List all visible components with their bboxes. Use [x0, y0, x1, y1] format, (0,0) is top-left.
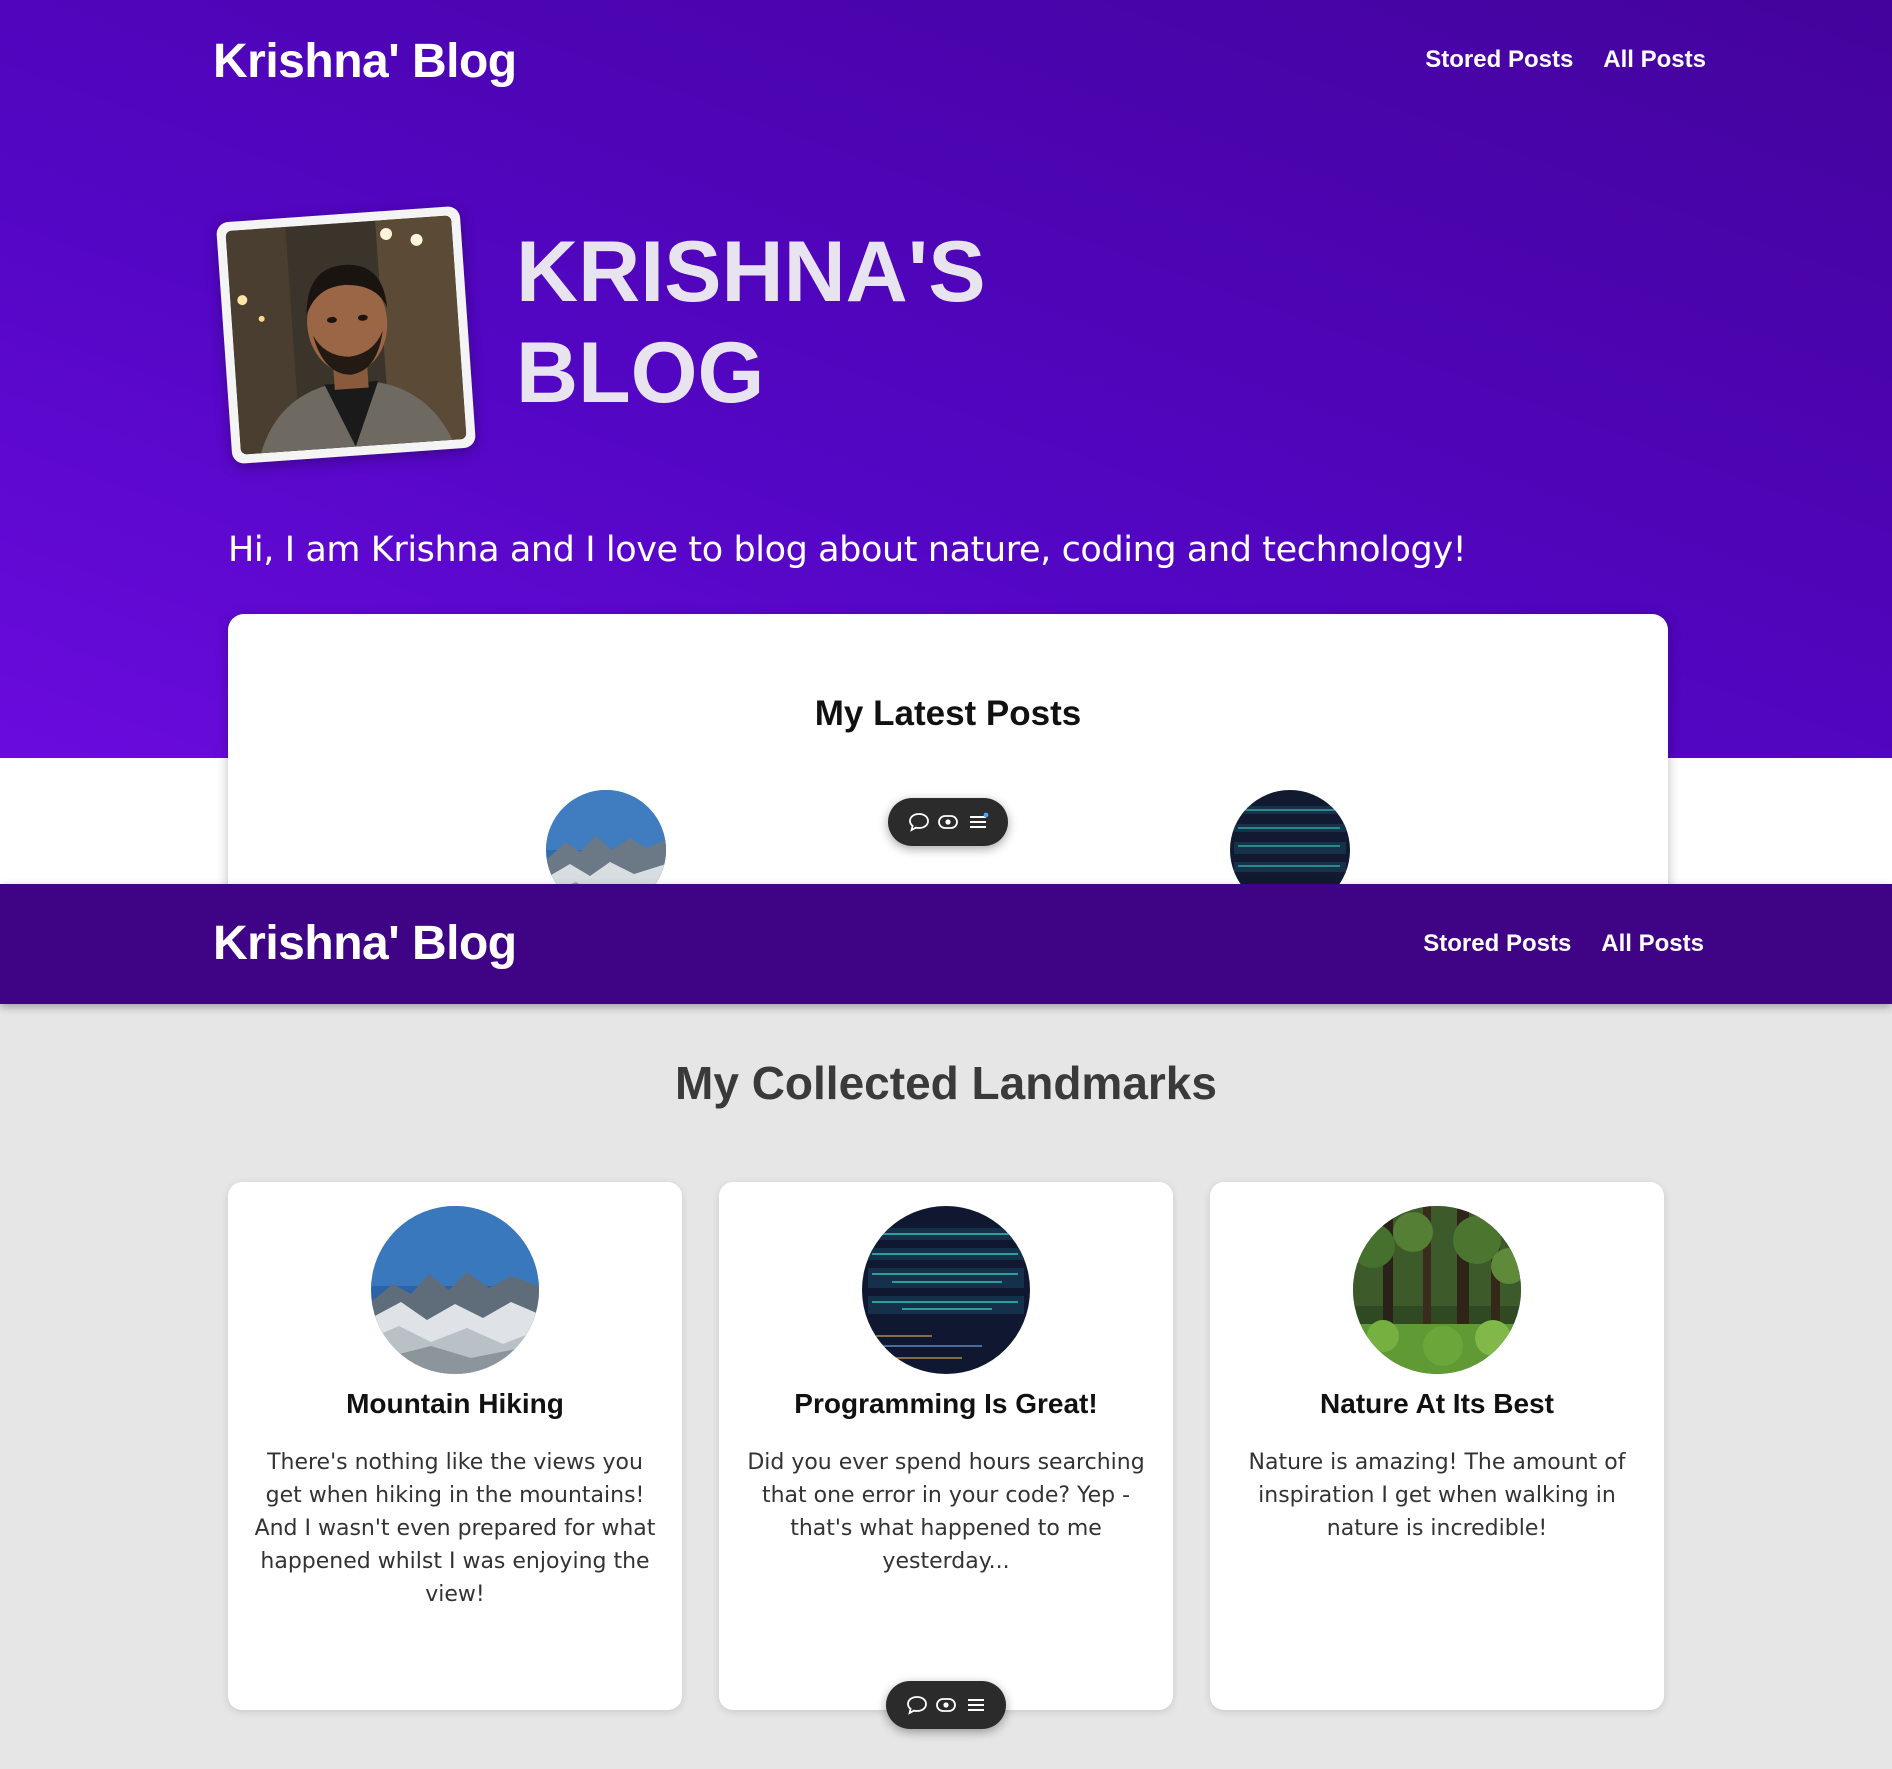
nav-stored-posts[interactable]: Stored Posts: [1423, 930, 1571, 958]
post-excerpt: There's nothing like the views you get w…: [254, 1450, 656, 1607]
brand-logo-link[interactable]: Krishna' Blog: [213, 916, 517, 971]
post-excerpt: Nature is amazing! The amount of inspira…: [1248, 1450, 1626, 1541]
hero-title-line2: BLOG: [516, 325, 765, 421]
latest-posts-heading: My Latest Posts: [814, 694, 1082, 733]
stored-navbar: Krishna' Blog Stored Posts All Posts: [0, 884, 1892, 1006]
menu-icon[interactable]: [965, 809, 991, 835]
hero-title-line1: KRISHNA'S: [516, 224, 986, 320]
top-navbar: Krishna' Blog Stored Posts All Posts: [0, 0, 1892, 122]
post-title: Nature At Its Best: [1320, 1388, 1554, 1419]
post-image-forest: [1353, 1206, 1521, 1374]
comment-icon[interactable]: [906, 809, 932, 835]
post-card-mountain-hiking[interactable]: Mountain Hiking There's nothing like the…: [228, 1182, 682, 1710]
comment-icon[interactable]: [904, 1692, 930, 1718]
post-card-nature[interactable]: Nature At Its Best Nature is amazing! Th…: [1210, 1182, 1664, 1710]
post-card-programming[interactable]: Programming Is Great! Did you ever spend…: [719, 1182, 1173, 1710]
main-nav: Stored Posts All Posts: [1425, 46, 1706, 74]
eye-icon[interactable]: [933, 1692, 959, 1718]
post-title: Programming Is Great!: [794, 1388, 1098, 1419]
brand-logo-link[interactable]: Krishna' Blog: [213, 34, 517, 89]
hero-tagline: Hi, I am Krishna and I love to blog abou…: [228, 530, 1467, 570]
post-image-mountains: [371, 1206, 539, 1374]
nav-all-posts[interactable]: All Posts: [1603, 46, 1706, 74]
menu-icon[interactable]: [963, 1692, 989, 1718]
hero-title: KRISHNA'S BLOG: [516, 222, 1016, 424]
nav-stored-posts[interactable]: Stored Posts: [1425, 46, 1573, 74]
main-nav: Stored Posts All Posts: [1423, 930, 1704, 958]
post-image-code-screen: [862, 1206, 1030, 1374]
home-page: Krishna' Blog Stored Posts All Posts KRI…: [0, 0, 1892, 884]
nav-all-posts[interactable]: All Posts: [1601, 930, 1704, 958]
latest-post-thumb-code[interactable]: [1230, 790, 1350, 884]
post-title: Mountain Hiking: [346, 1388, 564, 1419]
stored-posts-page: Krishna' Blog Stored Posts All Posts My …: [0, 884, 1892, 1769]
floating-toolbar-bottom: [886, 1681, 1006, 1729]
profile-photo: [225, 215, 467, 455]
page-title: My Collected Landmarks: [675, 1057, 1217, 1109]
post-excerpt: Did you ever spend hours searching that …: [747, 1450, 1145, 1574]
floating-toolbar-top: [888, 798, 1008, 846]
latest-post-thumb-mountains[interactable]: [546, 790, 666, 884]
avatar: [215, 205, 477, 465]
eye-icon[interactable]: [935, 809, 961, 835]
